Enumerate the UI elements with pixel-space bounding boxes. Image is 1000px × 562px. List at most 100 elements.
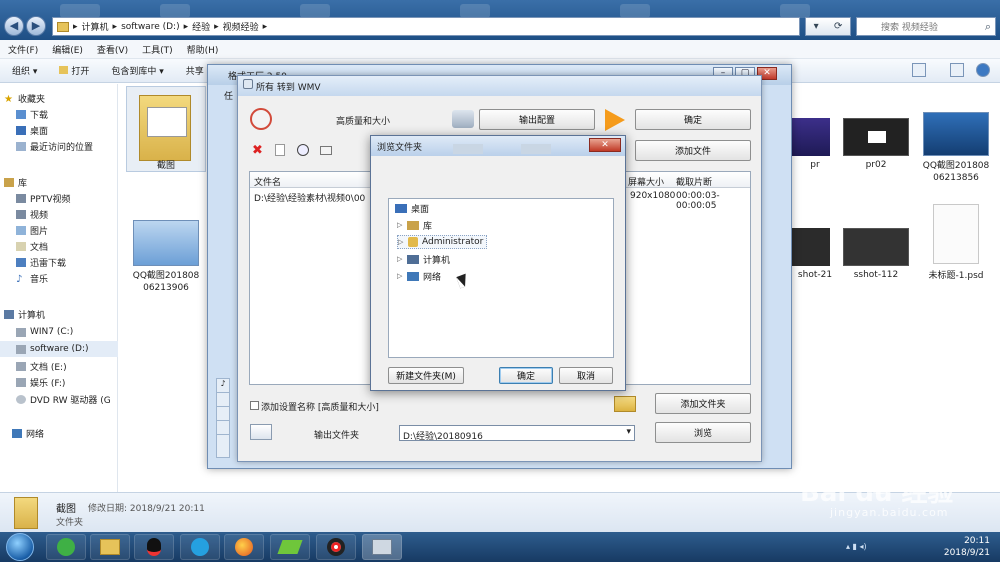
browse-cancel-button[interactable]: 取消 [559,367,613,384]
file-item[interactable]: pr [790,118,840,170]
add-folder-button[interactable]: 添加文件夹 [655,393,751,414]
expand-arrow-icon[interactable]: ▷ [397,221,403,229]
file-item[interactable]: pr02 [834,118,918,170]
nav-lib-videos[interactable]: 视频 [16,206,134,222]
folder-star-icon[interactable] [614,396,636,412]
taskbar-app-360[interactable] [46,534,86,560]
nav-recent[interactable]: 最近访问的位置 [16,138,134,154]
tree-node-library[interactable]: ▷ 库 [397,218,432,232]
address-bar[interactable]: ▸ 计算机 ▸ software (D:) ▸ 经验 ▸ 视频经验 ▸ [52,17,800,36]
browse-button[interactable]: 浏览 [655,422,751,443]
ok-button[interactable]: 确定 [635,109,751,130]
share-button[interactable]: 共享 [186,64,204,77]
view-options-icon[interactable] [912,63,926,77]
chevron-down-icon[interactable]: ▾ [626,427,631,437]
taskbar-app-explorer[interactable] [90,534,130,560]
dropdown-icon[interactable]: ▾ [814,21,819,32]
play-icon[interactable] [297,144,309,156]
nav-drive-c[interactable]: WIN7 (C:) [16,324,134,340]
help-icon[interactable] [976,63,990,77]
nav-drive-d[interactable]: software (D:) [0,341,118,357]
nav-lib-music[interactable]: ♪ 音乐 [16,270,134,286]
file-item[interactable]: 未标题-1.psd [914,204,998,281]
preview-pane-icon[interactable] [950,63,964,77]
taskbar-app-recorder[interactable] [316,534,356,560]
breadcrumb-folder[interactable]: 经验 [192,20,210,33]
file-item[interactable]: QQ截图20180806213856 [914,112,998,184]
search-icon[interactable]: ⌕ [985,20,991,34]
nav-label: 娱乐 (F:) [30,378,66,389]
include-library-button[interactable]: 包含到库中 ▾ [111,64,163,77]
picture-icon[interactable] [217,393,229,407]
nav-lib-pptv[interactable]: PPTV视频 [16,190,134,206]
start-button[interactable] [6,533,34,561]
col-filename[interactable]: 文件名 [254,175,281,188]
delete-icon[interactable]: ✖ [252,143,263,158]
menu-help[interactable]: 帮助(H) [187,43,219,56]
new-folder-button[interactable]: 新建文件夹(M) [388,367,464,384]
breadcrumb-computer[interactable]: 计算机 [82,20,109,33]
menu-file[interactable]: 文件(F) [8,43,38,56]
menu-edit[interactable]: 编辑(E) [52,43,83,56]
expand-arrow-icon[interactable]: ▷ [397,272,403,280]
output-config-button[interactable]: 输出配置 [479,109,595,130]
file-item[interactable]: QQ截图20180806213906 [124,220,208,294]
nav-drive-g[interactable]: DVD RW 驱动器 (G [16,391,134,407]
nav-downloads[interactable]: 下载 [16,106,134,122]
add-setting-checkbox[interactable] [250,401,259,410]
back-button[interactable]: ◀ [4,16,24,36]
breadcrumb-current[interactable]: 视频经验 [223,20,259,33]
media-info-icon[interactable] [320,146,332,155]
nav-lib-pictures[interactable]: 图片 [16,222,134,238]
clock[interactable]: 20:11 2018/9/21 [944,535,990,559]
nav-lib-documents[interactable]: 文档 [16,238,134,254]
folder-tree[interactable]: 桌面 ▷ 库 ▷ Administrator ▷ 计算机 ▷ 网络 [388,198,614,358]
tree-node-administrator[interactable]: ▷ Administrator [397,235,488,249]
drive-icon [16,361,26,371]
forward-button[interactable]: ▶ [26,16,46,36]
col-screen-size[interactable]: 屏幕大小 [628,175,664,188]
disc-icon[interactable] [217,407,229,421]
tray-icons[interactable]: ▴ ▮ ◂) [846,542,894,552]
tree-label: 网络 [423,272,442,283]
nav-drive-f[interactable]: 娱乐 (F:) [16,374,134,390]
expand-arrow-icon[interactable]: ▷ [398,238,404,246]
breadcrumb-drive[interactable]: software (D:) [121,22,180,32]
expand-arrow-icon[interactable]: ▷ [397,255,403,263]
file-item[interactable]: sshot-112 [834,228,918,280]
output-folder-select[interactable]: D:\经验\20180916 ▾ [399,425,635,442]
search-input[interactable]: 搜索 视频经验 ⌕ [856,17,996,36]
taskbar-app-firefox[interactable] [224,534,264,560]
tools-icon[interactable] [217,421,229,435]
file-item[interactable]: shot-21 [790,228,840,280]
col-clip[interactable]: 截取片断 [676,175,712,188]
tree-node-computer[interactable]: ▷ 计算机 [397,252,450,266]
taskbar: ▴ ▮ ◂) 20:11 2018/9/21 [0,532,1000,562]
organize-button[interactable]: 组织 ▾ [12,64,37,77]
taskbar-app-video[interactable] [180,534,220,560]
ff-tab-label[interactable]: 任 [224,89,233,102]
nav-computer[interactable]: 计算机 [4,306,122,322]
open-button[interactable]: 打开 [59,64,89,77]
nav-network[interactable]: 网络 [12,425,130,441]
nav-libraries[interactable]: 库 [4,174,122,190]
nav-lib-thunder[interactable]: 迅雷下载 [16,254,134,270]
taskbar-app-editor[interactable] [270,534,310,560]
tree-node-desktop[interactable]: 桌面 [395,201,429,215]
nav-drive-e[interactable]: 文档 (E:) [16,358,134,374]
menu-tools[interactable]: 工具(T) [142,43,173,56]
refresh-button[interactable]: ▾ ⟳ [805,17,851,36]
menu-view[interactable]: 查看(V) [97,43,128,56]
settings-icon[interactable] [452,110,474,128]
taskbar-app-formatfactory[interactable] [362,534,402,560]
music-icon[interactable]: ♪ [217,379,229,393]
taskbar-app-qq[interactable] [134,534,174,560]
nav-favorites[interactable]: ★ 收藏夹 [4,90,122,106]
add-file-button[interactable]: 添加文件 [635,140,751,161]
file-item[interactable]: 截图 [124,86,208,189]
clear-list-icon[interactable] [275,144,285,156]
nav-desktop[interactable]: 桌面 [16,122,134,138]
tree-node-network[interactable]: ▷ 网络 [397,269,441,283]
close-button[interactable]: ✕ [589,138,621,152]
browse-ok-button[interactable]: 确定 [499,367,553,384]
